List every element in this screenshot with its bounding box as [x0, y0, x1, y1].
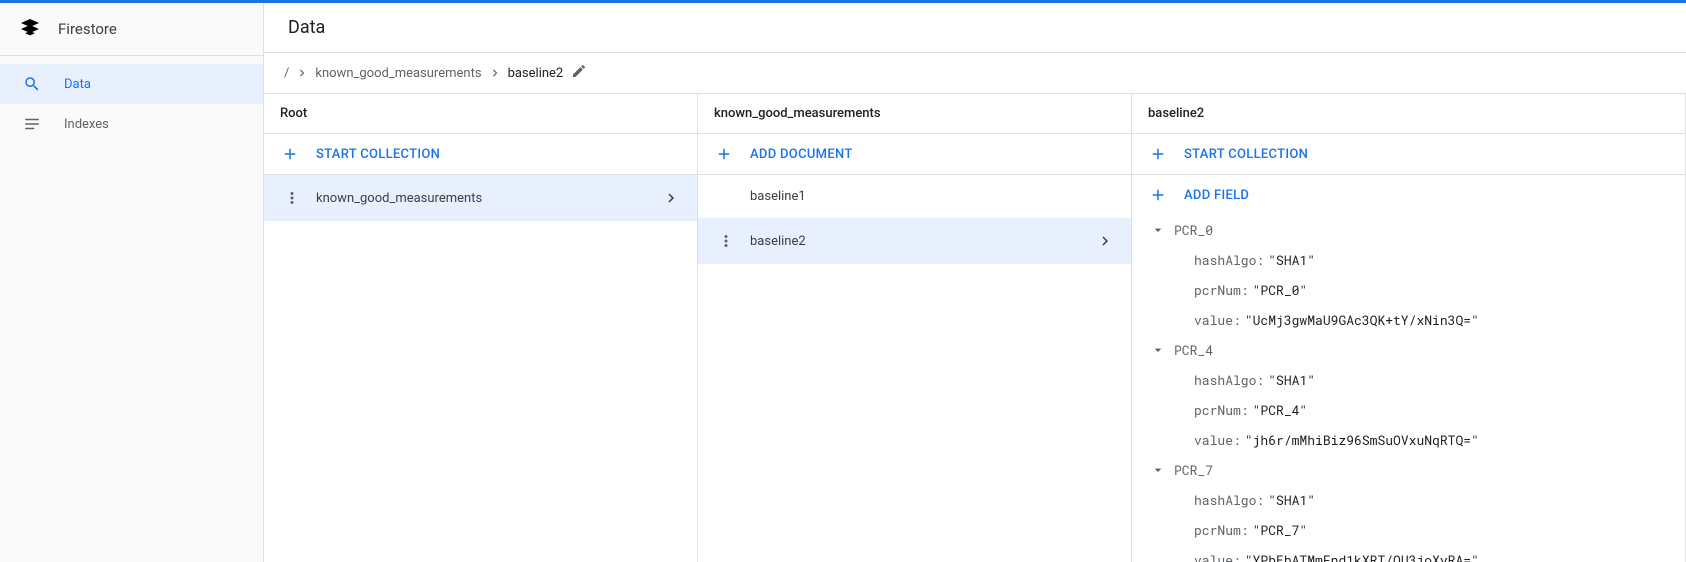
caret-down-icon	[1148, 342, 1168, 358]
column-header: baseline2	[1132, 94, 1685, 134]
column-header: known_good_measurements	[698, 94, 1131, 134]
field-key: value:	[1194, 311, 1241, 329]
breadcrumb: / known_good_measurements baseline2	[264, 53, 1686, 94]
plus-icon	[1148, 144, 1168, 164]
field-row[interactable]: value: "UcMj3gwMaU9GAc3QK+tY/xNin3Q="	[1132, 305, 1685, 335]
document-item[interactable]: baseline2	[698, 218, 1131, 264]
field-row[interactable]: value: "YPbEbATMmFnd1kXRT/OU3joXyRA="	[1132, 545, 1685, 562]
nav-label: Data	[64, 77, 91, 92]
chevron-right-icon	[1095, 232, 1115, 250]
field-row[interactable]: pcrNum: "PCR_0"	[1132, 275, 1685, 305]
breadcrumb-root[interactable]: /	[284, 66, 289, 81]
field-value: "SHA1"	[1268, 371, 1315, 389]
document-fields: PCR_0 hashAlgo: "SHA1" pcrNum: "PCR_0" v…	[1132, 215, 1685, 562]
field-value: "PCR_4"	[1253, 401, 1308, 419]
page-header: Data	[264, 3, 1686, 53]
edit-icon[interactable]	[571, 63, 587, 83]
field-name: PCR_0	[1174, 221, 1213, 239]
column-document: baseline2 START COLLECTION ADD FIELD	[1132, 94, 1686, 562]
field-row[interactable]: hashAlgo: "SHA1"	[1132, 485, 1685, 515]
document-item-label: baseline1	[750, 189, 1115, 204]
field-map: PCR_4 hashAlgo: "SHA1" pcrNum: "PCR_4" v…	[1132, 335, 1685, 455]
sidebar: Firestore Data Indexes	[0, 3, 264, 562]
document-list: baseline1 baseline2	[698, 175, 1131, 562]
field-value: "SHA1"	[1268, 491, 1315, 509]
field-name: PCR_7	[1174, 461, 1213, 479]
data-columns: Root START COLLECTION known_good_measure…	[264, 94, 1686, 562]
more-vert-icon[interactable]	[716, 232, 736, 250]
start-collection-button[interactable]: START COLLECTION	[1132, 134, 1685, 175]
field-map-header[interactable]: PCR_0	[1132, 215, 1685, 245]
add-document-button[interactable]: ADD DOCUMENT	[698, 134, 1131, 175]
field-value: "YPbEbATMmFnd1kXRT/OU3joXyRA="	[1245, 551, 1479, 562]
document-item-label: baseline2	[750, 234, 1095, 249]
field-name: PCR_4	[1174, 341, 1213, 359]
action-label: ADD FIELD	[1184, 188, 1249, 203]
main: Data / known_good_measurements baseline2…	[264, 3, 1686, 562]
field-key: hashAlgo:	[1194, 371, 1264, 389]
field-map: PCR_0 hashAlgo: "SHA1" pcrNum: "PCR_0" v…	[1132, 215, 1685, 335]
field-key: pcrNum:	[1194, 521, 1249, 539]
field-row[interactable]: hashAlgo: "SHA1"	[1132, 245, 1685, 275]
chevron-right-icon	[661, 189, 681, 207]
caret-down-icon	[1148, 462, 1168, 478]
field-key: value:	[1194, 431, 1241, 449]
column-collection: known_good_measurements ADD DOCUMENT bas…	[698, 94, 1132, 562]
chevron-right-icon	[295, 66, 309, 80]
field-value: "PCR_0"	[1253, 281, 1308, 299]
search-icon	[22, 74, 42, 94]
field-key: pcrNum:	[1194, 401, 1249, 419]
field-row[interactable]: value: "jh6r/mMhiBiz96SmSuOVxuNqRTQ="	[1132, 425, 1685, 455]
nav-item-indexes[interactable]: Indexes	[0, 104, 263, 144]
more-vert-icon[interactable]	[282, 189, 302, 207]
breadcrumb-collection[interactable]: known_good_measurements	[315, 66, 481, 81]
breadcrumb-document[interactable]: baseline2	[508, 63, 588, 83]
sidebar-nav: Data Indexes	[0, 56, 263, 144]
field-key: value:	[1194, 551, 1241, 562]
collection-list: known_good_measurements	[264, 175, 697, 562]
plus-icon	[1148, 185, 1168, 205]
nav-item-data[interactable]: Data	[0, 64, 263, 104]
firestore-logo-icon	[18, 17, 42, 41]
caret-down-icon	[1148, 222, 1168, 238]
field-row[interactable]: pcrNum: "PCR_7"	[1132, 515, 1685, 545]
breadcrumb-document-label: baseline2	[508, 66, 564, 81]
add-field-button[interactable]: ADD FIELD	[1132, 175, 1685, 215]
action-label: ADD DOCUMENT	[750, 147, 853, 162]
page-title: Data	[288, 17, 1662, 38]
field-key: pcrNum:	[1194, 281, 1249, 299]
document-item[interactable]: baseline1	[698, 175, 1131, 218]
field-row[interactable]: pcrNum: "PCR_4"	[1132, 395, 1685, 425]
field-value: "jh6r/mMhiBiz96SmSuOVxuNqRTQ="	[1245, 431, 1479, 449]
field-row[interactable]: hashAlgo: "SHA1"	[1132, 365, 1685, 395]
chevron-right-icon	[488, 66, 502, 80]
column-root: Root START COLLECTION known_good_measure…	[264, 94, 698, 562]
field-value: "UcMj3gwMaU9GAc3QK+tY/xNin3Q="	[1245, 311, 1479, 329]
field-key: hashAlgo:	[1194, 491, 1264, 509]
field-map-header[interactable]: PCR_4	[1132, 335, 1685, 365]
sidebar-header: Firestore	[0, 3, 263, 56]
plus-icon	[714, 144, 734, 164]
field-map-header[interactable]: PCR_7	[1132, 455, 1685, 485]
collection-item-label: known_good_measurements	[316, 191, 661, 206]
collection-item[interactable]: known_good_measurements	[264, 175, 697, 221]
field-key: hashAlgo:	[1194, 251, 1264, 269]
field-value: "SHA1"	[1268, 251, 1315, 269]
start-collection-button[interactable]: START COLLECTION	[264, 134, 697, 175]
product-name: Firestore	[58, 20, 117, 38]
indexes-icon	[22, 114, 42, 134]
field-map: PCR_7 hashAlgo: "SHA1" pcrNum: "PCR_7" v…	[1132, 455, 1685, 562]
field-value: "PCR_7"	[1253, 521, 1308, 539]
plus-icon	[280, 144, 300, 164]
action-label: START COLLECTION	[1184, 147, 1308, 162]
column-header: Root	[264, 94, 697, 134]
action-label: START COLLECTION	[316, 147, 440, 162]
nav-label: Indexes	[64, 117, 109, 132]
